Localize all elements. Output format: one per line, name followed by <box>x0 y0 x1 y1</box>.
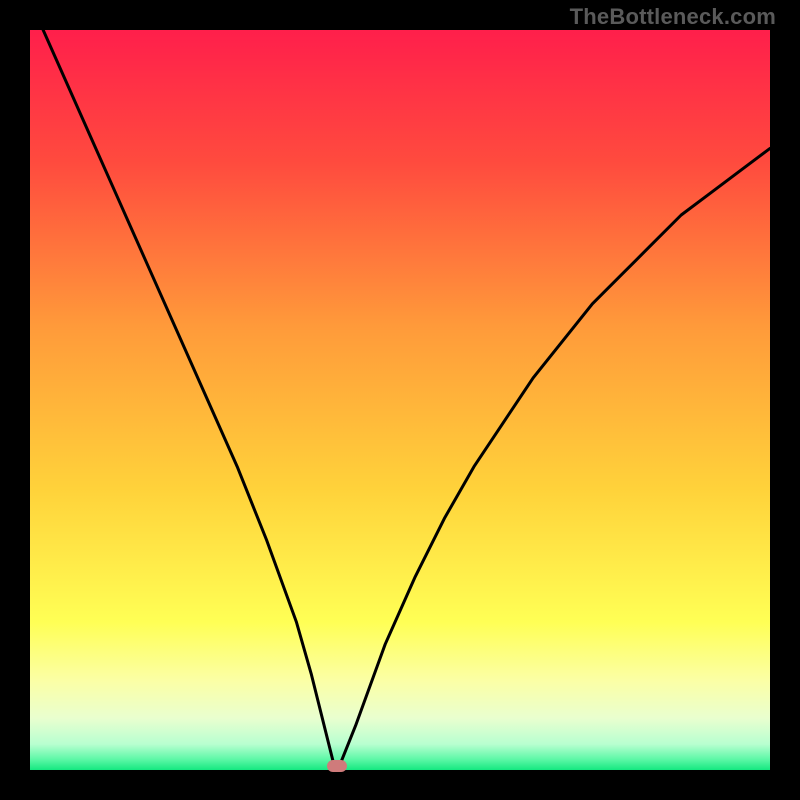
watermark-label: TheBottleneck.com <box>570 4 776 30</box>
min-marker-icon <box>327 760 347 772</box>
gradient-background <box>30 30 770 770</box>
plot-area <box>30 30 770 770</box>
plot-svg <box>30 30 770 770</box>
chart-frame: TheBottleneck.com <box>0 0 800 800</box>
